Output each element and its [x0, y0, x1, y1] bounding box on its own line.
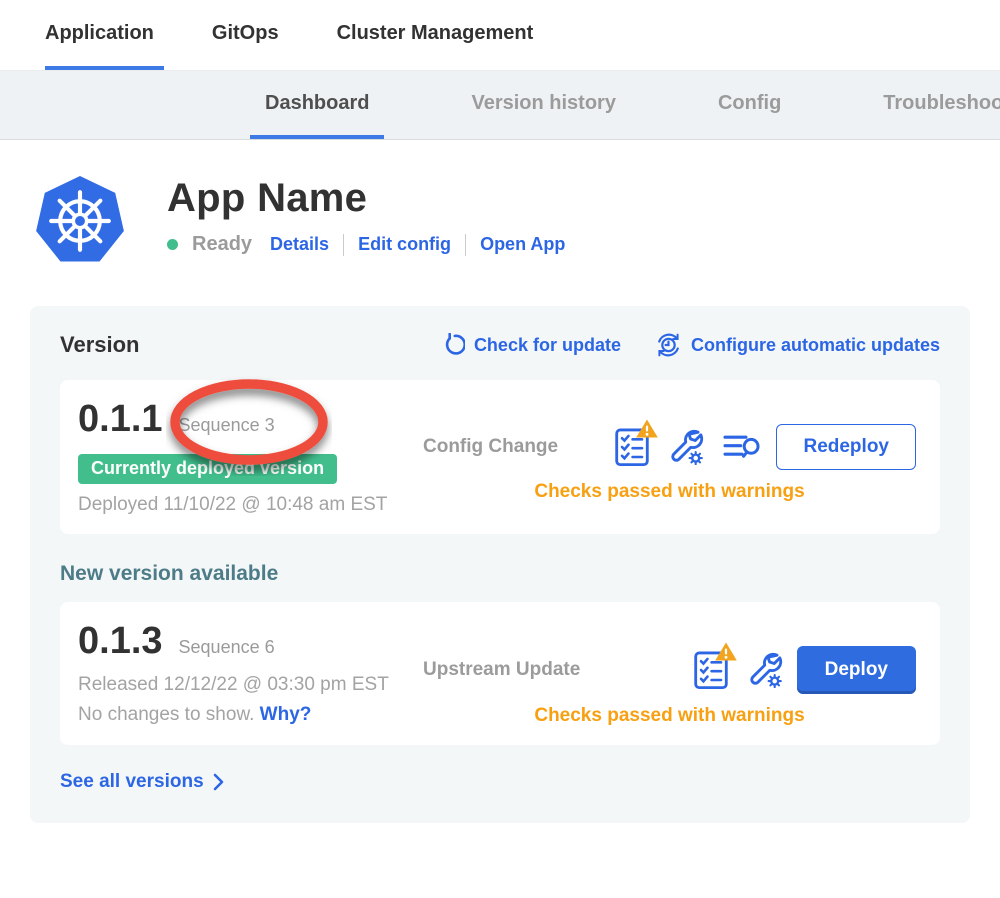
current-version-icons	[614, 427, 762, 467]
top-nav-gitops[interactable]: GitOps	[212, 0, 289, 70]
version-panel-header: Version Check for update	[60, 332, 940, 358]
tab-dashboard-label: Dashboard	[265, 92, 369, 115]
kubernetes-logo-icon	[35, 174, 125, 268]
warning-triangle-icon	[635, 418, 659, 439]
available-version-sequence: Sequence 6	[179, 637, 275, 658]
edit-config-icon[interactable]	[668, 429, 704, 465]
no-changes-text: No changes to show.	[78, 704, 254, 725]
status-dot-icon	[167, 239, 178, 250]
available-version-number: 0.1.3	[78, 620, 163, 663]
available-version-line: 0.1.3 Sequence 6	[78, 620, 423, 664]
deployed-timestamp: Deployed 11/10/22 @ 10:48 am EST	[78, 494, 423, 516]
configure-automatic-updates-label: Configure automatic updates	[691, 335, 940, 356]
schedule-icon	[655, 332, 682, 358]
app-header: App Name Ready Details Edit config Open …	[35, 174, 1000, 268]
top-nav-gitops-label: GitOps	[212, 22, 279, 45]
available-version-icons	[693, 650, 783, 690]
divider	[343, 234, 344, 256]
check-for-update-label: Check for update	[474, 335, 621, 356]
current-version-line: 0.1.1 Sequence 3	[78, 398, 423, 442]
top-nav-application[interactable]: Application	[45, 0, 164, 70]
top-nav-cluster-management[interactable]: Cluster Management	[337, 0, 544, 70]
current-version-info: 0.1.1 Sequence 3 Currently deployed vers…	[78, 398, 423, 516]
version-panel-actions: Check for update Configure automat	[441, 332, 940, 358]
see-all-versions-label: See all versions	[60, 771, 204, 793]
top-nav-cluster-management-label: Cluster Management	[337, 22, 534, 45]
tab-dashboard[interactable]: Dashboard	[250, 71, 384, 139]
open-app-link[interactable]: Open App	[480, 234, 565, 255]
version-panel: Version Check for update	[30, 306, 970, 823]
current-version-sequence: Sequence 3	[179, 415, 275, 436]
app-status-row: Ready Details Edit config Open App	[167, 233, 565, 256]
check-for-update-link[interactable]: Check for update	[441, 333, 621, 357]
edit-config-icon[interactable]	[747, 652, 783, 688]
edit-config-link[interactable]: Edit config	[358, 234, 451, 255]
tab-config-label: Config	[718, 92, 781, 115]
available-version-main: Upstream Update	[423, 646, 916, 727]
top-nav-application-label: Application	[45, 22, 154, 45]
currently-deployed-badge: Currently deployed version	[78, 454, 337, 484]
no-changes-line: No changes to show. Why?	[78, 704, 423, 726]
available-version-info: 0.1.3 Sequence 6 Released 12/12/22 @ 03:…	[78, 620, 423, 726]
version-panel-title: Version	[60, 332, 139, 358]
refresh-icon	[441, 333, 465, 357]
available-version-source: Upstream Update	[423, 659, 580, 681]
new-version-heading: New version available	[60, 562, 940, 586]
app-title: App Name	[167, 176, 565, 221]
current-version-main: Config Change	[423, 424, 916, 503]
tab-config[interactable]: Config	[703, 71, 796, 139]
current-version-actions-row: Config Change	[423, 424, 916, 470]
deploy-button[interactable]: Deploy	[797, 646, 916, 694]
view-files-icon[interactable]	[722, 432, 762, 462]
available-version-actions-row: Upstream Update	[423, 646, 916, 694]
chevron-right-icon	[212, 771, 225, 793]
tab-troubleshoot[interactable]: Troubleshoot	[868, 71, 1000, 139]
why-link[interactable]: Why?	[260, 704, 312, 725]
tab-version-history-label: Version history	[471, 92, 616, 115]
configure-automatic-updates-link[interactable]: Configure automatic updates	[655, 332, 940, 358]
status-text: Ready	[192, 233, 252, 256]
details-link[interactable]: Details	[270, 234, 329, 255]
current-version-checks-status: Checks passed with warnings	[423, 481, 916, 503]
app-header-text: App Name Ready Details Edit config Open …	[167, 174, 565, 256]
current-version-card: 0.1.1 Sequence 3 Currently deployed vers…	[60, 380, 940, 534]
admin-console-page: Application GitOps Cluster Management Da…	[0, 0, 1000, 898]
tab-version-history[interactable]: Version history	[456, 71, 631, 139]
available-version-card: 0.1.3 Sequence 6 Released 12/12/22 @ 03:…	[60, 602, 940, 745]
available-version-checks-status: Checks passed with warnings	[423, 705, 916, 727]
see-all-versions-link[interactable]: See all versions	[60, 771, 940, 793]
preflight-checks-icon[interactable]	[614, 427, 650, 467]
divider	[465, 234, 466, 256]
current-version-source: Config Change	[423, 436, 558, 458]
current-version-number: 0.1.1	[78, 398, 163, 441]
warning-triangle-icon	[714, 641, 738, 662]
preflight-checks-icon[interactable]	[693, 650, 729, 690]
redeploy-button[interactable]: Redeploy	[776, 424, 916, 470]
top-nav: Application GitOps Cluster Management	[0, 0, 1000, 70]
sub-nav: Dashboard Version history Config Trouble…	[0, 70, 1000, 140]
released-timestamp: Released 12/12/22 @ 03:30 pm EST	[78, 674, 423, 696]
tab-troubleshoot-label: Troubleshoot	[883, 92, 1000, 115]
